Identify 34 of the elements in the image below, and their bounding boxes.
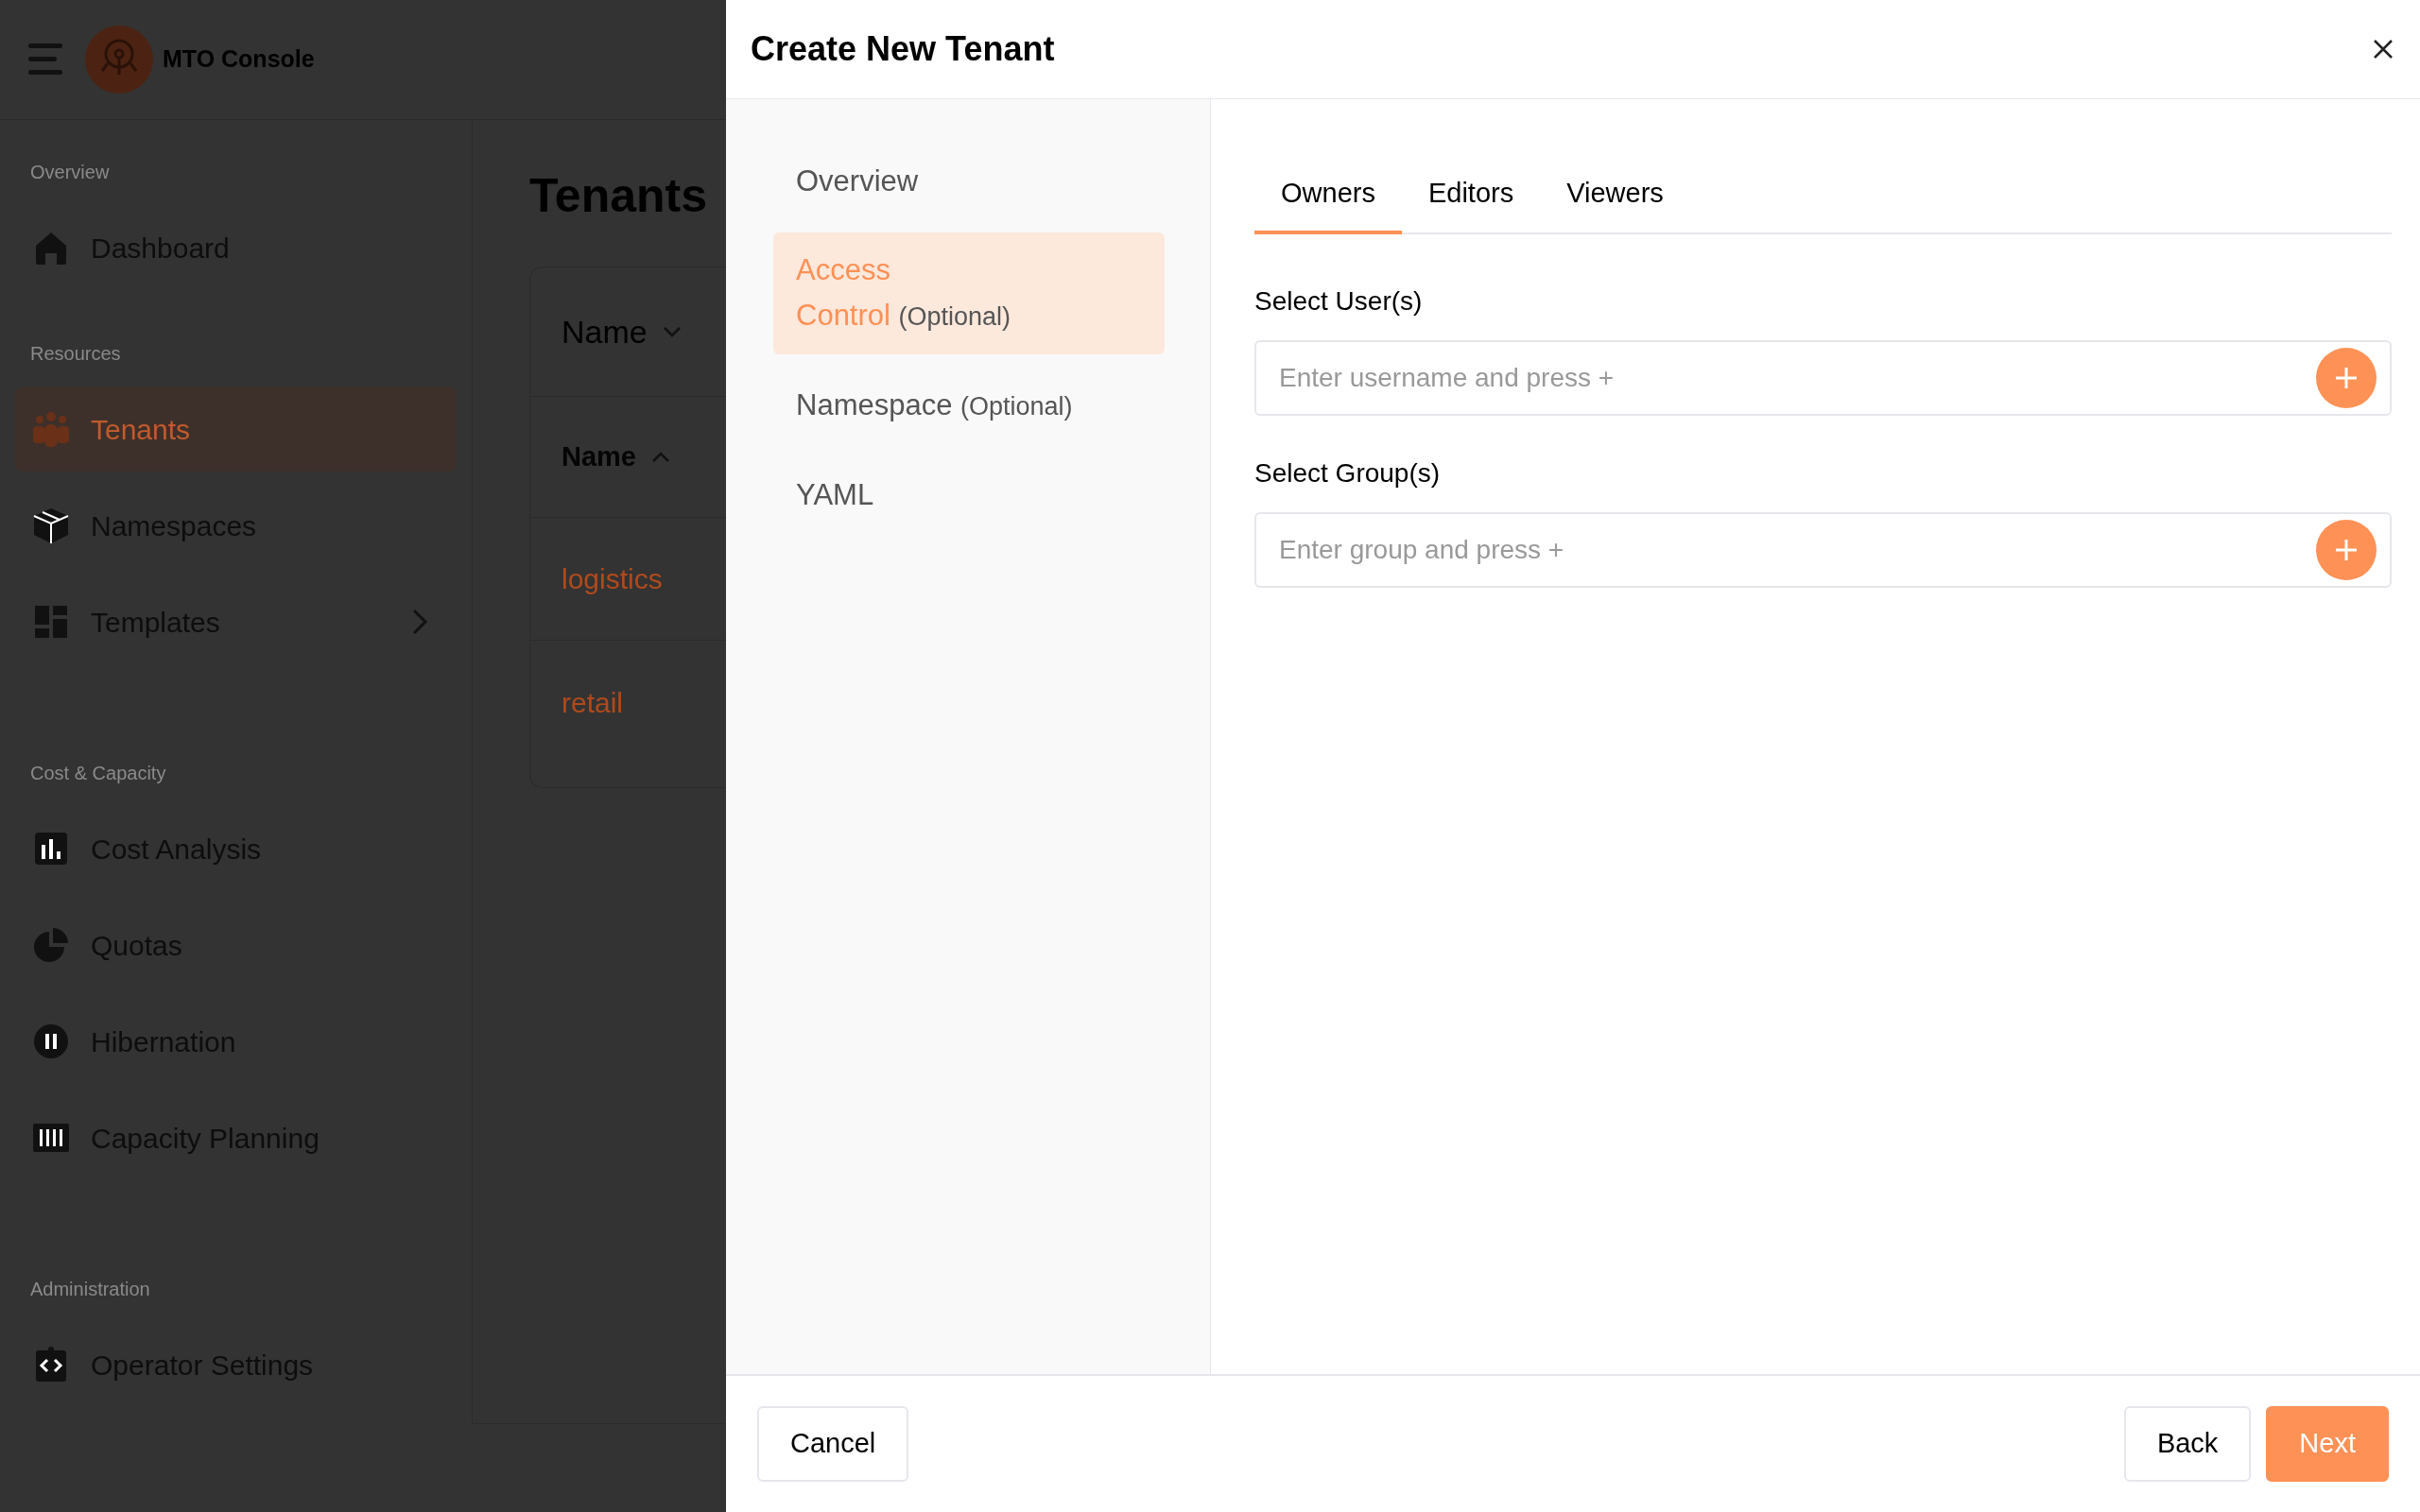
- section-heading: Resources: [30, 342, 122, 366]
- section-heading: Overview: [30, 161, 111, 184]
- tenant-link[interactable]: retail: [562, 680, 624, 724]
- step-item[interactable]: Namespace (Optional): [773, 368, 1165, 444]
- step-item[interactable]: Access Control (Optional): [773, 232, 1165, 354]
- sidebar-item[interactable]: Tenants: [15, 387, 457, 472]
- chevron-right-icon[interactable]: [411, 608, 428, 636]
- tenant-link[interactable]: logistics: [562, 558, 663, 600]
- section-heading: Administration: [30, 1278, 151, 1301]
- section-heading: Cost & Capacity: [30, 762, 167, 785]
- logo-icon: [85, 26, 153, 94]
- action-button[interactable]: Next: [2266, 1406, 2389, 1482]
- chevron-down-icon: [662, 326, 682, 337]
- pie-chart-icon: [32, 926, 70, 964]
- tab[interactable]: Editors: [1401, 156, 1541, 234]
- grid-icon: [32, 603, 70, 641]
- sort-icon: [651, 451, 670, 463]
- bar-chart-icon: [32, 830, 70, 868]
- action-button[interactable]: Back: [2123, 1406, 2252, 1482]
- people-icon: [32, 410, 70, 448]
- field-label: Select User(s): [1254, 285, 1424, 318]
- tab[interactable]: Viewers: [1540, 156, 1690, 234]
- tab[interactable]: Owners: [1254, 156, 1402, 234]
- field-label: Select Group(s): [1254, 457, 1442, 490]
- add-button[interactable]: [2316, 520, 2377, 580]
- step-item[interactable]: Overview: [773, 144, 1165, 219]
- close-icon[interactable]: [2373, 39, 2394, 60]
- dialog-title: Create New Tenant: [751, 28, 1055, 70]
- menu-icon[interactable]: [28, 43, 64, 76]
- step-item[interactable]: YAML: [773, 457, 1165, 533]
- box-icon: [32, 507, 70, 544]
- pause-icon: [32, 1022, 70, 1060]
- action-button[interactable]: Cancel: [757, 1406, 909, 1482]
- add-button[interactable]: [2316, 348, 2377, 408]
